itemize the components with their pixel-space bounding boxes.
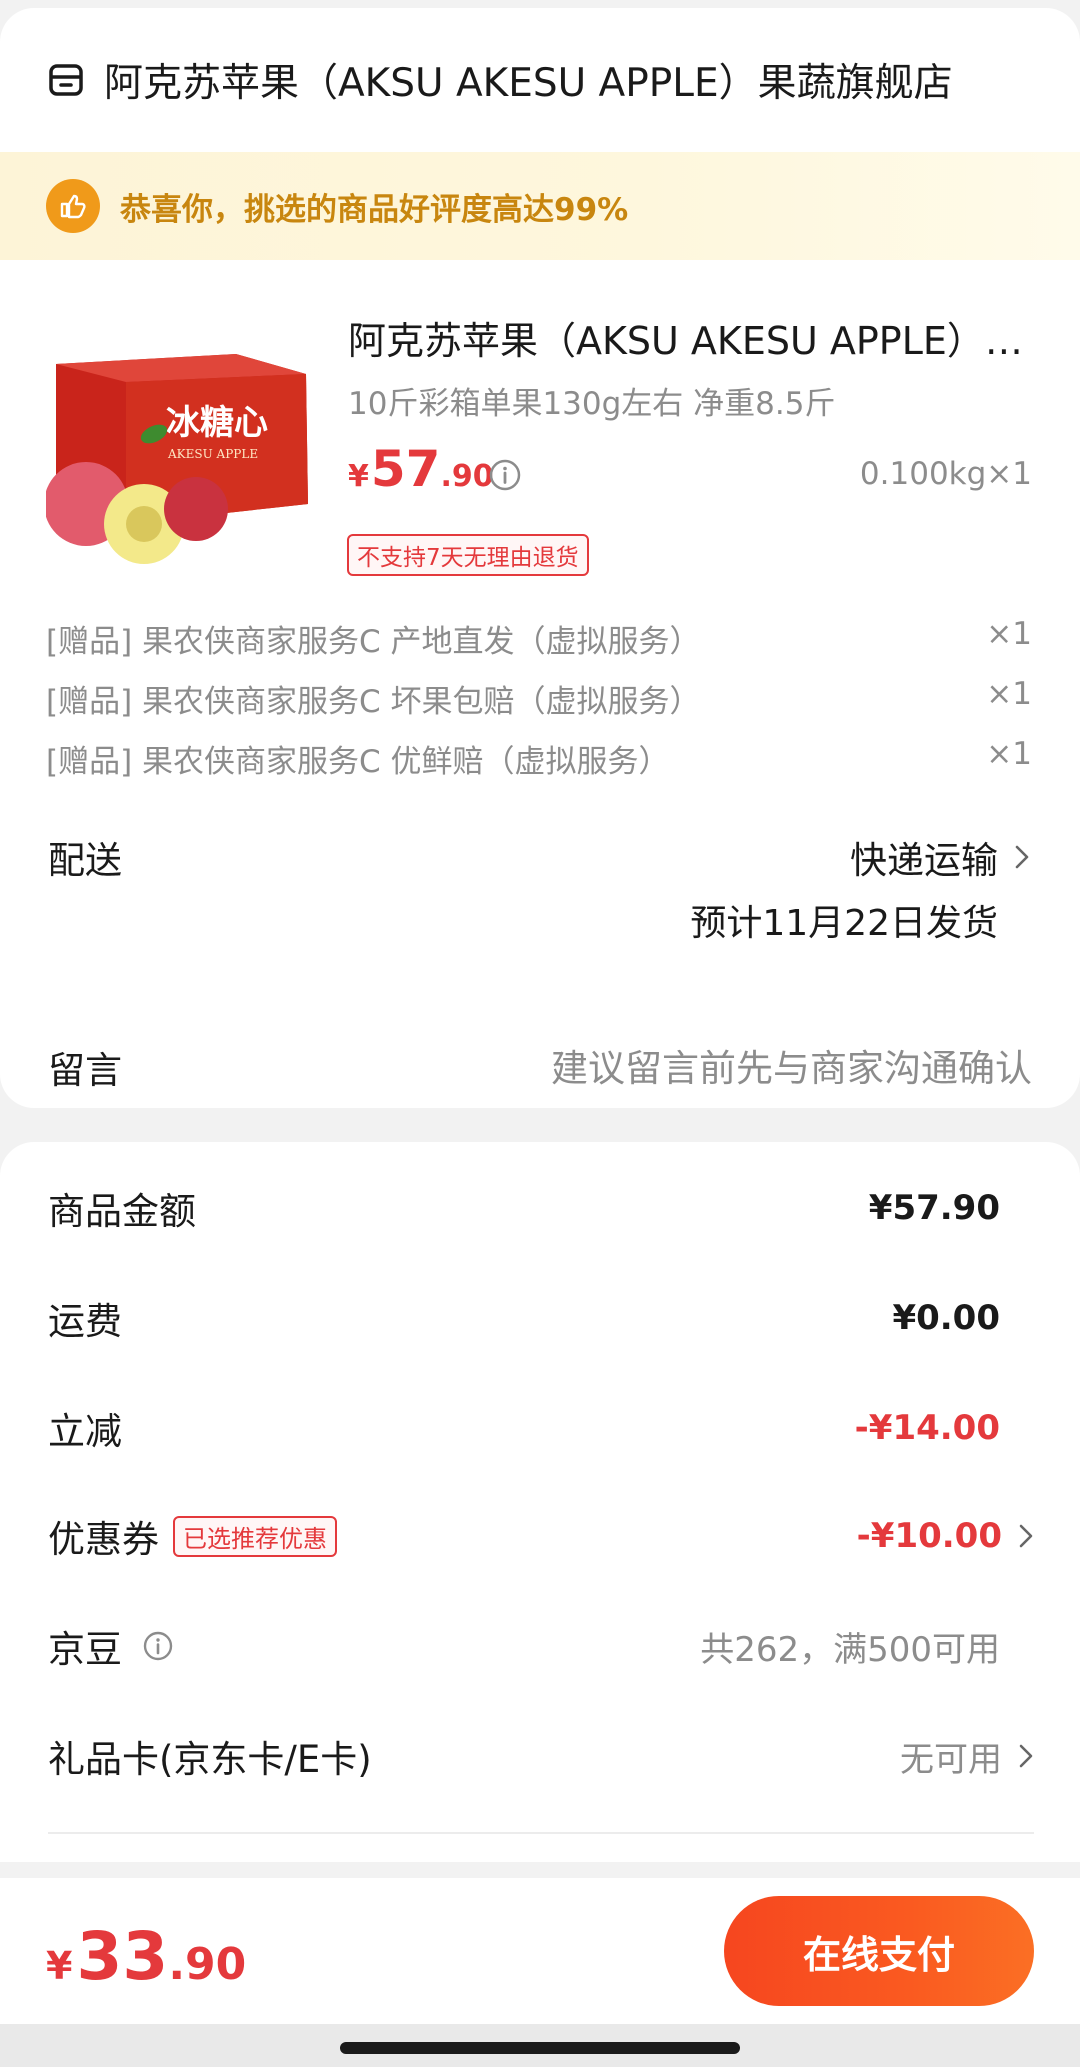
box-label: 冰糖心 [166, 403, 268, 443]
product-title[interactable]: 阿克苏苹果（AKSU AKESU APPLE）冰糖心 [348, 310, 1038, 365]
chevron-right-icon [1019, 1744, 1033, 1768]
gift-qty: ×1 [986, 616, 1032, 652]
pay-online-button[interactable]: 在线支付 [724, 1896, 1034, 2006]
shipping-date: 预计11月22日发货 [690, 903, 998, 944]
freight-amount: ¥0.00 [892, 1298, 1000, 1338]
shipping-method[interactable]: 快递运输 [850, 830, 1030, 884]
gift-label: [赠品] 果农侠商家服务C 优鲜赔（虚拟服务） [46, 744, 670, 780]
order-card: 阿克苏苹果（AKSU AKESU APPLE）果蔬旗舰店 恭喜你，挑选的商品好评… [0, 8, 1080, 1108]
gift-item: [赠品] 果农侠商家服务C 优鲜赔（虚拟服务） ×1 [46, 736, 1032, 781]
home-indicator[interactable] [340, 2042, 740, 2054]
freight-row: 运费 ¥0.00 [48, 1298, 1000, 1343]
store-name: 阿克苏苹果（AKSU AKESU APPLE）果蔬旗舰店 [104, 61, 953, 106]
product-spec: 10斤彩箱单果130g左右 净重8.5斤 [348, 386, 836, 422]
coupon-label: 优惠券 [48, 1518, 159, 1561]
product-image[interactable]: 冰糖心 AKESU APPLE [46, 334, 308, 564]
total-price: ¥33.90 [46, 1918, 247, 1995]
discount-row: 立减 -¥14.00 [48, 1408, 1000, 1453]
message-input[interactable]: 建议留言前先与商家沟通确认 [551, 1038, 1032, 1092]
message-label: 留言 [48, 1049, 122, 1092]
giftcard-label: 礼品卡(京东卡/E卡) [48, 1738, 372, 1781]
jdbean-row: 京豆 共262，满500可用 [48, 1616, 1034, 1676]
product-quantity: 0.100kg×1 [859, 456, 1032, 492]
giftcard-row[interactable]: 礼品卡(京东卡/E卡) 无可用 [48, 1726, 1034, 1786]
jdbean-label: 京豆 [48, 1628, 122, 1671]
rating-banner: 恭喜你，挑选的商品好评度高达99% [0, 152, 1080, 260]
gift-label: [赠品] 果农侠商家服务C 产地直发（虚拟服务） [46, 624, 701, 660]
jdbean-value: 共262，满500可用 [700, 1629, 1000, 1670]
chevron-right-icon [1015, 845, 1029, 869]
gift-qty: ×1 [986, 736, 1032, 772]
gift-label: [赠品] 果农侠商家服务C 坏果包赔（虚拟服务） [46, 684, 701, 720]
discount-amount: -¥14.00 [854, 1408, 1000, 1448]
divider [48, 1832, 1034, 1834]
store-header[interactable]: 阿克苏苹果（AKSU AKESU APPLE）果蔬旗舰店 [48, 50, 953, 110]
coupon-tag: 已选推荐优惠 [173, 1515, 337, 1557]
box-sublabel: AKESU APPLE [167, 447, 258, 461]
goods-amount: ¥57.90 [868, 1188, 1000, 1228]
coupon-row[interactable]: 优惠券 已选推荐优惠 -¥10.00 [48, 1506, 1034, 1566]
shipping-label: 配送 [48, 839, 122, 882]
product-price: ¥57.90 [348, 440, 494, 498]
store-icon [49, 64, 83, 96]
no-return-tag: 不支持7天无理由退货 [347, 534, 589, 576]
chevron-right-icon [1019, 1524, 1033, 1548]
info-icon[interactable] [142, 1630, 174, 1662]
gift-qty: ×1 [986, 676, 1032, 712]
gift-item: [赠品] 果农侠商家服务C 产地直发（虚拟服务） ×1 [46, 616, 1032, 661]
checkout-bar: ¥33.90 在线支付 [0, 1878, 1080, 2024]
gift-item: [赠品] 果农侠商家服务C 坏果包赔（虚拟服务） ×1 [46, 676, 1032, 721]
giftcard-value: 无可用 [900, 1739, 1002, 1780]
goods-amount-row: 商品金额 ¥57.90 [48, 1188, 1000, 1233]
coupon-amount: -¥10.00 [856, 1516, 1002, 1556]
banner-text: 恭喜你，挑选的商品好评度高达99% [120, 191, 629, 228]
thumbs-up-icon [46, 179, 100, 233]
info-icon[interactable] [488, 458, 522, 492]
